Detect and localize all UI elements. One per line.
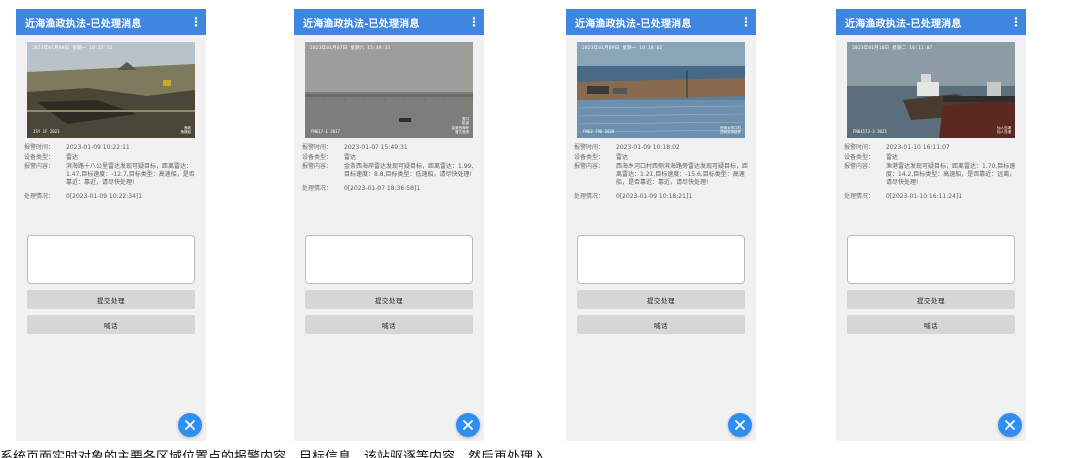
close-icon	[735, 420, 745, 430]
alarm-time-label: 报警时间：	[302, 144, 333, 151]
status-label: 处理情况：	[24, 193, 55, 200]
device-type-value: 雷达	[66, 153, 79, 161]
phone-screen-2: 近海渔政执法-已处理消息 ⋮ 2023年01月07日 星期六 15:49:31 …	[294, 9, 484, 441]
device-type-value: 雷达	[344, 153, 357, 161]
status-label: 处理情况：	[302, 185, 333, 192]
alarm-time-label: 报警时间：	[844, 144, 875, 151]
alarm-time-value: 2023-01-07 15:49:31	[344, 144, 408, 151]
alarm-photo-scene	[27, 42, 195, 138]
photo-location: 仙人岛港 仙人岛港	[997, 125, 1011, 135]
handling-note-input[interactable]	[577, 235, 745, 284]
close-fab-button[interactable]	[456, 413, 480, 437]
photo-location: 西海乡河口村 西侧滨海路旁	[720, 125, 741, 135]
app-title: 近海渔政执法-已处理消息	[25, 18, 142, 30]
shout-button[interactable]: 喊话	[577, 315, 745, 334]
device-type-label: 设备类型：	[24, 153, 55, 161]
alarm-photo[interactable]: 2023年01月07日 星期六 15:49:31 FN617-1 2017 雪口…	[305, 42, 473, 138]
alarm-time-label: 报警时间：	[24, 144, 55, 151]
handling-note-input[interactable]	[847, 235, 1015, 284]
app-title: 近海渔政执法-已处理消息	[575, 18, 692, 30]
photo-code: FN64173-3 2023	[853, 129, 887, 134]
alarm-info: 报警时间： 2023-01-09 10:18:02 设备类型： 雷达 报警内容： 西海…	[574, 144, 756, 201]
close-icon	[463, 420, 473, 430]
app-title: 近海渔政执法-已处理消息	[845, 18, 962, 30]
status-value: 0[2023-01-09 10:18:21]1	[616, 193, 693, 200]
alarm-photo-scene	[577, 42, 745, 138]
alarm-content-label: 报警内容：	[844, 163, 875, 170]
phone-screen-3: 近海渔政执法-已处理消息 ⋮ 2023年01月09日 星期一 10:18:02 …	[566, 9, 756, 441]
alarm-content-label: 报警内容：	[24, 163, 55, 170]
alarm-photo[interactable]: 2023年01月09日 星期一 10:18:02 FN63-796 2020 西…	[577, 42, 745, 138]
device-type-value: 雷达	[886, 153, 899, 161]
submit-button[interactable]: 提交处理	[577, 290, 745, 309]
close-fab-button[interactable]	[998, 413, 1022, 437]
submit-button[interactable]: 提交处理	[27, 290, 195, 309]
alarm-content-label: 报警内容：	[574, 163, 605, 170]
photo-location: 渔政 渔政船	[180, 125, 192, 135]
photo-code: FN617-1 2017	[311, 129, 340, 134]
device-type-value: 雷达	[616, 153, 629, 161]
alarm-content-value: 渔港雷达发现可疑目标，距离雷达：1.70,目标速度：14.2,目标类型：高速船，…	[886, 163, 1016, 186]
alarm-photo[interactable]: 2023年01月09日 星期一 10:22:11 JSY 1F 2023 渔政 …	[27, 42, 195, 138]
shout-button[interactable]: 喊话	[27, 315, 195, 334]
photo-location: 雪口 航道 金条西海岸 雪达渔港	[451, 116, 470, 135]
alarm-time-value: 2023-01-09 10:22:11	[66, 144, 130, 151]
more-vertical-icon[interactable]: ⋮	[1010, 16, 1022, 28]
photo-timestamp: 2023年01月10日 星期二 16:11:07	[852, 46, 933, 51]
more-vertical-icon[interactable]: ⋮	[468, 16, 480, 28]
status-value: 0[2023-01-10 16:11:24]1	[886, 193, 963, 200]
shout-button[interactable]: 喊话	[847, 315, 1015, 334]
alarm-content-value: 金条西海岸雷达发现可疑目标，距离雷达：1.99,目标速度：8.8,目标类型：低速…	[344, 163, 474, 178]
photo-timestamp: 2023年01月09日 星期一 10:18:02	[582, 46, 663, 51]
alarm-photo-scene	[847, 42, 1015, 138]
photo-code: JSY 1F 2023	[33, 129, 60, 134]
handling-note-input[interactable]	[305, 235, 473, 284]
submit-button[interactable]: 提交处理	[305, 290, 473, 309]
alarm-content-label: 报警内容：	[302, 163, 333, 170]
device-type-label: 设备类型：	[844, 153, 875, 161]
submit-button[interactable]: 提交处理	[847, 290, 1015, 309]
close-fab-button[interactable]	[728, 413, 752, 437]
app-title: 近海渔政执法-已处理消息	[303, 18, 420, 30]
shout-button[interactable]: 喊话	[305, 315, 473, 334]
device-type-label: 设备类型：	[302, 153, 333, 161]
stage: 近海渔政执法-已处理消息 ⋮ 2023年01月09日 星期一 10:22:11 …	[0, 0, 1073, 458]
handling-note-input[interactable]	[27, 235, 195, 284]
alarm-photo[interactable]: 2023年01月10日 星期二 16:11:07 FN64173-3 2023 …	[847, 42, 1015, 138]
phone-screen-1: 近海渔政执法-已处理消息 ⋮ 2023年01月09日 星期一 10:22:11 …	[16, 9, 206, 441]
alarm-content-value: 西海乡河口村西侧滨海路旁雷达发现可疑目标，距离雷达：1.21,目标速度：-15.…	[616, 163, 749, 186]
photo-code: FN63-796 2020	[583, 129, 615, 134]
alarm-time-value: 2023-01-09 10:18:02	[616, 144, 680, 151]
alarm-info: 报警时间： 2023-01-09 10:22:11 设备类型： 雷达 报警内容： 滨海…	[24, 144, 206, 201]
alarm-time-label: 报警时间：	[574, 144, 605, 151]
alarm-photo-scene	[305, 42, 473, 138]
status-label: 处理情况：	[574, 193, 605, 200]
photo-timestamp: 2023年01月07日 星期六 15:49:31	[310, 46, 391, 51]
photo-timestamp: 2023年01月09日 星期一 10:22:11	[32, 46, 113, 51]
device-type-label: 设备类型：	[574, 153, 605, 161]
status-label: 处理情况：	[844, 193, 875, 200]
more-vertical-icon[interactable]: ⋮	[190, 16, 202, 28]
close-icon	[185, 420, 195, 430]
status-value: 0[2023-01-07 18:36:58]1	[344, 185, 421, 192]
phone-screen-4: 近海渔政执法-已处理消息 ⋮ 2023年01月10日 星期二 16:11:07 …	[836, 9, 1026, 441]
app-bar: 近海渔政执法-已处理消息 ⋮	[566, 9, 756, 35]
status-value: 0[2023-01-09 10:22:34]1	[66, 193, 143, 200]
alarm-info: 报警时间： 2023-01-07 15:49:31 设备类型： 雷达 报警内容： 金条…	[302, 144, 484, 193]
alarm-time-value: 2023-01-10 16:11:07	[886, 144, 950, 151]
more-vertical-icon[interactable]: ⋮	[740, 16, 752, 28]
close-fab-button[interactable]	[178, 413, 202, 437]
app-bar: 近海渔政执法-已处理消息 ⋮	[294, 9, 484, 35]
app-bar: 近海渔政执法-已处理消息 ⋮	[16, 9, 206, 35]
alarm-content-value: 滨海路十八公里雷达发现可疑目标，距离雷达：1.47,目标速度：-12.7,目标类…	[66, 163, 195, 186]
app-bar: 近海渔政执法-已处理消息 ⋮	[836, 9, 1026, 35]
alarm-info: 报警时间： 2023-01-10 16:11:07 设备类型： 雷达 报警内容： 渔港…	[844, 144, 1026, 201]
caption-text: 系统页面实时对象的主要各区域位置点的报警内容，目标信息，该站驱逐等内容，然后再处…	[0, 450, 547, 458]
close-icon	[1005, 420, 1015, 430]
